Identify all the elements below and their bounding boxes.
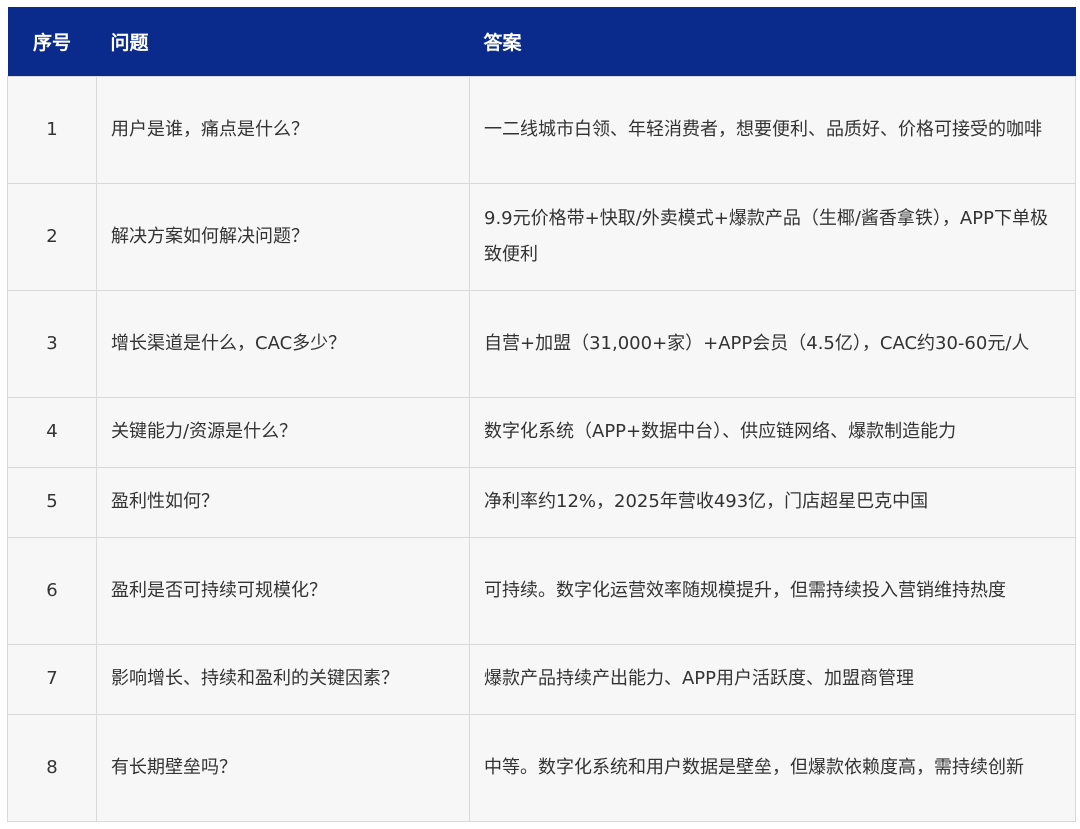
row-answer: 一二线城市白领、年轻消费者，想要便利、品质好、价格可接受的咖啡 — [469, 75, 1076, 184]
row-answer: 数字化系统（APP+数据中台）、供应链网络、爆款制造能力 — [469, 396, 1076, 468]
row-question: 关键能力/资源是什么？ — [96, 396, 470, 468]
row-num: 2 — [7, 182, 97, 291]
table-row: 1 用户是谁，痛点是什么？ 一二线城市白领、年轻消费者，想要便利、品质好、价格可… — [7, 75, 1076, 184]
row-answer: 9.9元价格带+快取/外卖模式+爆款产品（生椰/酱香拿铁），APP下单极致便利 — [469, 182, 1076, 291]
row-num: 8 — [7, 713, 97, 822]
table-row: 2 解决方案如何解决问题？ 9.9元价格带+快取/外卖模式+爆款产品（生椰/酱香… — [7, 182, 1076, 291]
row-num: 7 — [7, 643, 97, 715]
row-question: 用户是谁，痛点是什么？ — [96, 75, 470, 184]
row-question: 解决方案如何解决问题？ — [96, 182, 470, 291]
row-question: 有长期壁垒吗？ — [96, 713, 470, 822]
table-row: 7 影响增长、持续和盈利的关键因素？ 爆款产品持续产出能力、APP用户活跃度、加… — [7, 643, 1076, 715]
table-row: 5 盈利性如何？ 净利率约12%，2025年营收493亿，门店超星巴克中国 — [7, 466, 1076, 538]
row-num: 1 — [7, 75, 97, 184]
row-question: 盈利性如何？ — [96, 466, 470, 538]
header-question: 问题 — [110, 31, 149, 54]
row-answer: 可持续。数字化运营效率随规模提升，但需持续投入营销维持热度 — [469, 536, 1076, 645]
row-answer: 净利率约12%，2025年营收493亿，门店超星巴克中国 — [469, 466, 1076, 538]
header-answer: 答案 — [483, 31, 522, 54]
header-num: 序号 — [32, 31, 71, 54]
qa-table: 序号 问题 答案 1 用户是谁，痛点是什么？ 一二线城市白领、年轻消费者，想要便… — [7, 7, 1076, 822]
qa-table-container: 序号 问题 答案 1 用户是谁，痛点是什么？ 一二线城市白领、年轻消费者，想要便… — [7, 7, 1076, 822]
row-num: 4 — [7, 396, 97, 468]
row-num: 6 — [7, 536, 97, 645]
row-num: 5 — [7, 466, 97, 538]
row-question: 影响增长、持续和盈利的关键因素？ — [96, 643, 470, 715]
row-num: 3 — [7, 289, 97, 398]
table-row: 4 关键能力/资源是什么？ 数字化系统（APP+数据中台）、供应链网络、爆款制造… — [7, 396, 1076, 468]
row-answer: 自营+加盟（31,000+家）+APP会员（4.5亿），CAC约30-60元/人 — [469, 289, 1076, 398]
row-question: 盈利是否可持续可规模化？ — [96, 536, 470, 645]
row-answer: 爆款产品持续产出能力、APP用户活跃度、加盟商管理 — [469, 643, 1076, 715]
row-answer: 中等。数字化系统和用户数据是壁垒，但爆款依赖度高，需持续创新 — [469, 713, 1076, 822]
table-row: 3 增长渠道是什么，CAC多少？ 自营+加盟（31,000+家）+APP会员（4… — [7, 289, 1076, 398]
row-question: 增长渠道是什么，CAC多少？ — [96, 289, 470, 398]
table-row: 6 盈利是否可持续可规模化？ 可持续。数字化运营效率随规模提升，但需持续投入营销… — [7, 536, 1076, 645]
table-header-row: 序号 问题 答案 — [7, 7, 1076, 76]
table-row: 8 有长期壁垒吗？ 中等。数字化系统和用户数据是壁垒，但爆款依赖度高，需持续创新 — [7, 713, 1076, 822]
